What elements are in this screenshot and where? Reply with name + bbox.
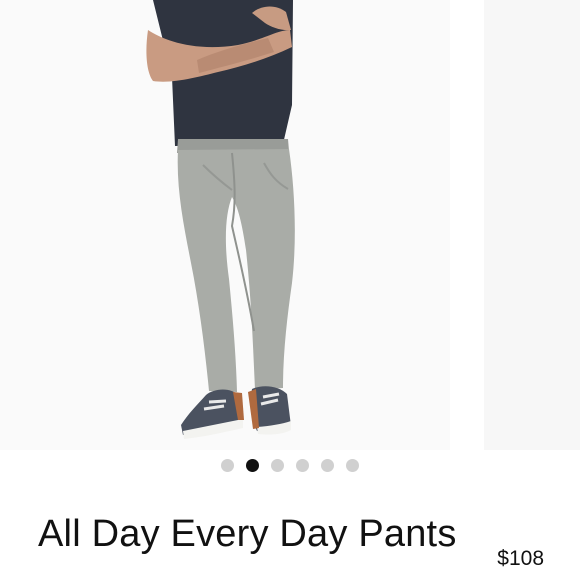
product-photo xyxy=(0,0,450,450)
pagination-dot-5[interactable] xyxy=(321,458,334,472)
pagination-dot-4[interactable] xyxy=(296,458,309,472)
product-detail-screen: All Day Every Day Pants $108 xyxy=(0,0,580,580)
product-price: $108 xyxy=(497,547,544,570)
product-image-carousel[interactable] xyxy=(0,0,580,450)
pagination-dot-6[interactable] xyxy=(346,458,359,472)
pagination-dot-2-active[interactable] xyxy=(246,458,259,472)
pagination-dot-3[interactable] xyxy=(271,458,284,472)
carousel-pagination xyxy=(0,450,580,480)
product-title: All Day Every Day Pants xyxy=(38,513,457,555)
product-image-current[interactable] xyxy=(0,0,450,450)
pagination-dot-1[interactable] xyxy=(221,458,234,472)
product-image-next-preview[interactable] xyxy=(484,0,580,450)
